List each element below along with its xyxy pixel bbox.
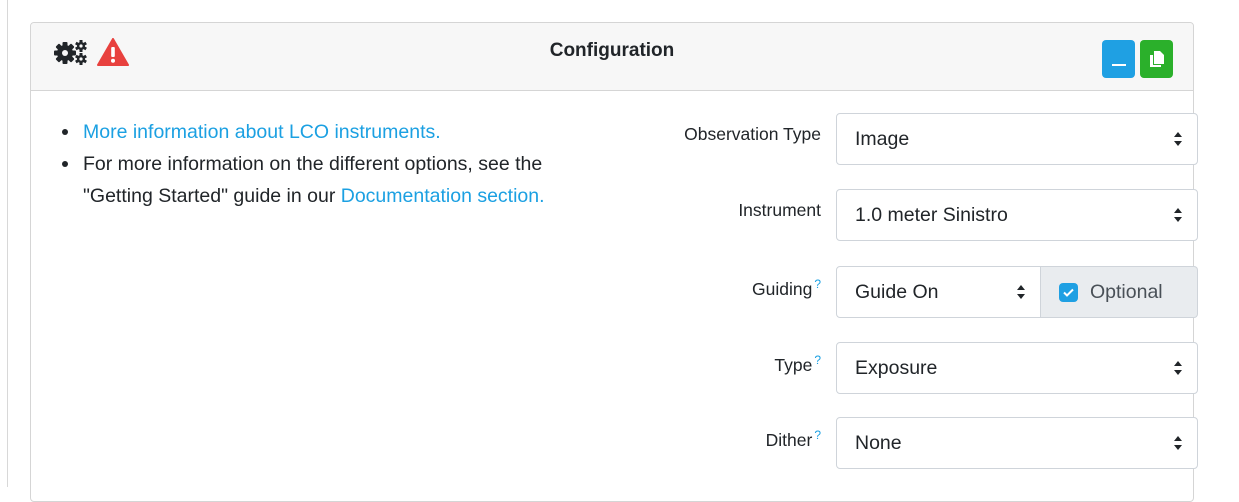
list-item: More information about LCO instruments. [56,116,616,148]
guiding-label: Guiding? [752,277,821,300]
select-caret-icon [1174,361,1182,375]
guiding-select[interactable]: Guide On [836,266,1041,318]
select-caret-icon [1017,285,1025,299]
type-help-icon[interactable]: ? [814,353,821,367]
lco-instruments-link[interactable]: More information about LCO instruments. [83,121,441,143]
type-value: Exposure [855,356,938,379]
instrument-label: Instrument [738,200,821,220]
guiding-label-text: Guiding [751,278,813,299]
dither-select[interactable]: None [836,417,1198,469]
copy-button[interactable] [1140,40,1173,78]
observation-type-label: Observation Type [684,124,821,144]
type-label-text: Type [774,354,813,375]
guiding-optional-toggle[interactable]: Optional [1041,266,1198,318]
optional-label: Optional [1090,280,1163,303]
instrument-value: 1.0 meter Sinistro [855,203,1008,226]
dither-value: None [855,431,902,454]
type-label: Type? [774,353,821,376]
select-caret-icon [1174,132,1182,146]
guiding-value: Guide On [855,280,939,303]
configuration-panel: Configuration More information about LCO… [30,22,1198,502]
minimize-button[interactable] [1102,40,1135,78]
header-buttons [1102,40,1173,78]
guiding-help-icon[interactable]: ? [814,277,821,291]
dither-label: Dither? [766,428,821,451]
observation-type-value: Image [855,127,910,150]
info-list: More information about LCO instruments. … [56,116,616,212]
panel-header: Configuration [31,23,1193,91]
select-caret-icon [1174,208,1182,222]
dither-label-text: Dither [765,429,813,450]
panel-title: Configuration [549,40,675,61]
copy-icon [1149,51,1164,67]
dither-help-icon[interactable]: ? [814,428,821,442]
list-item: For more information on the different op… [56,148,616,212]
minimize-icon [1111,64,1126,66]
checkmark-icon [1063,288,1074,297]
observation-type-select[interactable]: Image [836,113,1198,165]
page-divider [7,0,8,487]
documentation-link[interactable]: Documentation section. [341,185,545,207]
type-select[interactable]: Exposure [836,342,1198,394]
optional-checkbox[interactable] [1059,282,1078,302]
instrument-select[interactable]: 1.0 meter Sinistro [836,189,1198,241]
panel-body: More information about LCO instruments. … [31,91,1198,491]
select-caret-icon [1174,436,1182,450]
